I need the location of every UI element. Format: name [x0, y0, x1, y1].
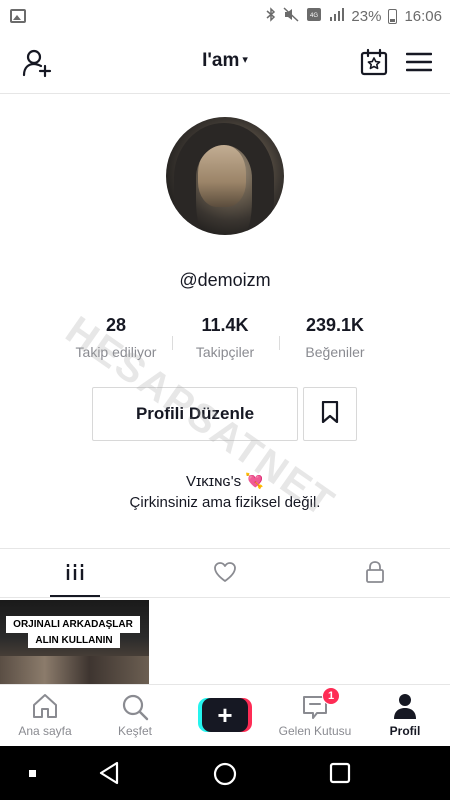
profile-header: I'am ▾	[0, 32, 450, 94]
following-count: 28	[105, 315, 127, 335]
plus-icon: +	[202, 698, 248, 732]
likes-count: 239.1K	[305, 315, 365, 335]
nav-profile-label: Profil	[389, 724, 421, 738]
active-tab-indicator	[50, 595, 100, 597]
profile-icon	[392, 693, 418, 724]
nav-inbox[interactable]: 1 Gelen Kutusu	[270, 685, 360, 747]
chevron-down-icon: ▾	[242, 54, 248, 66]
nav-home-label: Ana sayfa	[18, 724, 72, 738]
create-button[interactable]: +	[198, 698, 252, 732]
calendar-star-icon[interactable]	[360, 48, 388, 81]
nav-home[interactable]: Ana sayfa	[0, 685, 90, 747]
inbox-badge: 1	[322, 687, 340, 705]
home-button-icon[interactable]	[213, 762, 237, 791]
following-label: Takip ediliyor	[75, 344, 157, 360]
overview-icon[interactable]	[329, 762, 351, 789]
video-caption-line-1: ORJINALI ARKADAŞLAR	[6, 616, 140, 633]
back-icon[interactable]	[98, 761, 120, 790]
nav-profile[interactable]: Profil	[360, 685, 450, 747]
profile-tabs	[0, 548, 450, 598]
gallery-notification-icon	[10, 9, 26, 23]
battery-percent: 23%	[351, 7, 382, 25]
likes-label: Beğeniler	[305, 344, 365, 360]
grid-icon	[65, 562, 85, 587]
system-navigation-bar	[0, 746, 450, 800]
signal-icon	[329, 7, 345, 25]
data-4g-icon: 4G	[306, 7, 322, 25]
avatar[interactable]	[166, 117, 284, 235]
video-thumbnail[interactable]: ORJINALI ARKADAŞLAR ALIN KULLANIN	[0, 600, 149, 684]
recents-dot-icon[interactable]	[29, 770, 36, 777]
clock: 16:06	[404, 7, 442, 25]
heart-icon	[213, 561, 237, 588]
search-icon	[121, 693, 149, 726]
account-name: I'am	[202, 50, 240, 71]
followers-count: 11.4K	[201, 315, 249, 335]
mute-icon	[283, 7, 299, 25]
username: @demoizm	[179, 270, 271, 290]
bio-text: Vɪᴋɪɴɢ's	[185, 473, 242, 490]
video-caption-line-2: ALIN KULLANIN	[28, 633, 120, 648]
followers-label: Takipçiler	[195, 344, 255, 360]
profile-stats: 28 Takip ediliyor 11.4K Takipçiler 239.1…	[0, 315, 450, 365]
menu-icon[interactable]	[405, 52, 433, 77]
svg-text:4G: 4G	[310, 13, 318, 19]
bottom-navigation: Ana sayfa Keşfet + 1 Gelen Kutusu Profil	[0, 684, 450, 746]
avatar-hood	[174, 123, 274, 233]
nav-discover[interactable]: Keşfet	[90, 685, 180, 747]
bookmark-icon	[321, 400, 339, 428]
home-icon	[31, 693, 59, 724]
tab-liked[interactable]	[150, 549, 300, 599]
likes-stat[interactable]: 239.1K Beğeniler	[279, 315, 391, 360]
heart-arrow-emoji: 💘	[245, 473, 265, 490]
favorites-button[interactable]	[303, 387, 357, 441]
tab-private[interactable]	[300, 549, 450, 599]
lock-icon	[365, 560, 385, 589]
bluetooth-icon	[266, 7, 276, 25]
nav-discover-label: Keşfet	[117, 724, 153, 738]
bio-line-1: Vɪᴋɪɴɢ's 💘	[0, 472, 450, 490]
edit-profile-button[interactable]: Profili Düzenle	[92, 387, 298, 441]
bio-line-2: Çirkinsiniz ama fiziksel değil.	[129, 494, 321, 511]
nav-inbox-label: Gelen Kutusu	[278, 724, 352, 738]
following-stat[interactable]: 28 Takip ediliyor	[60, 315, 172, 360]
tab-videos[interactable]	[0, 549, 150, 599]
video-scene	[0, 656, 149, 684]
followers-stat[interactable]: 11.4K Takipçiler	[172, 315, 278, 360]
status-bar: 4G 23% 16:06	[0, 0, 450, 32]
battery-icon	[388, 8, 398, 24]
